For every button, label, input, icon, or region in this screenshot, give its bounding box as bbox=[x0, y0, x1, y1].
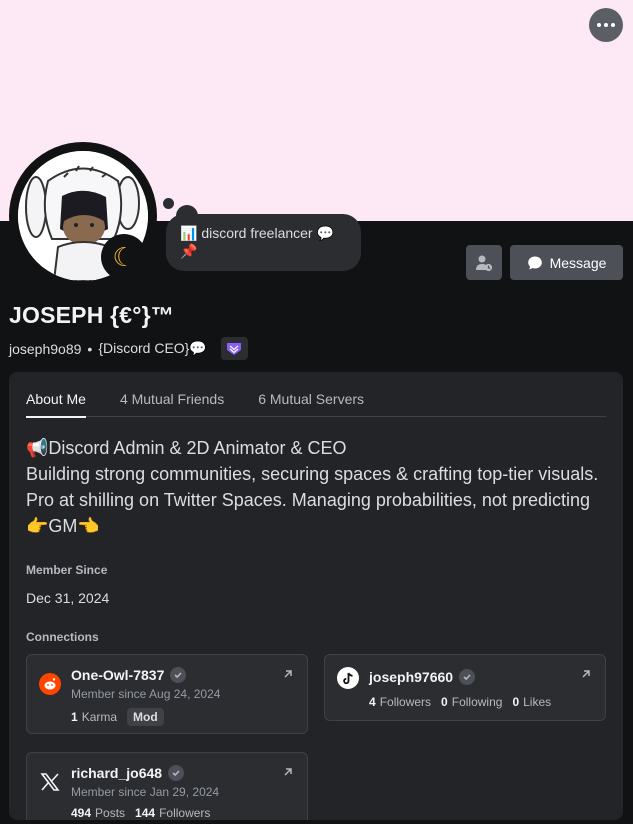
pending-friend-icon bbox=[476, 255, 493, 271]
external-link-icon[interactable] bbox=[579, 667, 593, 681]
connections-heading: Connections bbox=[26, 630, 99, 644]
connection-name: One-Owl-7837 bbox=[71, 667, 187, 683]
posts-value: 494 bbox=[71, 806, 92, 820]
verified-check-icon bbox=[170, 667, 187, 683]
followers-value: 4 bbox=[369, 695, 376, 709]
connection-username: One-Owl-7837 bbox=[71, 667, 165, 683]
bio-line: 📢Discord Admin & 2D Animator & CEO bbox=[26, 438, 347, 458]
dot-icon bbox=[611, 23, 615, 27]
connection-username: joseph97660 bbox=[369, 669, 454, 685]
karma-label: Karma bbox=[81, 710, 118, 724]
custom-status-bubble: 📊 discord freelancer 💬 📌 bbox=[166, 214, 361, 271]
posts-label: Posts bbox=[95, 806, 126, 820]
nitro-badge[interactable] bbox=[220, 337, 248, 360]
verified-check-icon bbox=[168, 765, 185, 781]
connection-stats: 1 Karma Mod bbox=[71, 708, 164, 726]
connection-card-tiktok[interactable]: joseph97660 4 Followers 0 Following 0 Li… bbox=[324, 654, 606, 721]
connection-name: richard_jo648 bbox=[71, 765, 185, 781]
dot-icon bbox=[604, 23, 608, 27]
member-since-heading: Member Since bbox=[26, 563, 108, 577]
followers-value: 144 bbox=[135, 806, 156, 820]
tiktok-icon bbox=[337, 667, 359, 689]
pronouns: {Discord CEO}💬 bbox=[98, 340, 207, 356]
following-label: Following bbox=[451, 695, 503, 709]
verified-check-icon bbox=[459, 669, 476, 685]
connection-card-reddit[interactable]: One-Owl-7837 Member since Aug 24, 2024 1… bbox=[26, 654, 308, 734]
message-button[interactable]: Message bbox=[510, 245, 623, 280]
followers-label: Followers bbox=[159, 806, 211, 820]
display-name: JOSEPH {€°}™ bbox=[9, 302, 174, 328]
message-button-label: Message bbox=[549, 254, 607, 271]
bio-text: Building strong communities, securing sp… bbox=[26, 464, 599, 536]
pending-friend-button[interactable] bbox=[466, 245, 502, 280]
separator: • bbox=[87, 340, 93, 357]
username[interactable]: joseph9o89 bbox=[9, 341, 81, 357]
dot-icon bbox=[597, 23, 601, 27]
connection-username: richard_jo648 bbox=[71, 765, 163, 781]
mod-badge: Mod bbox=[127, 708, 164, 726]
external-link-icon[interactable] bbox=[281, 667, 295, 681]
connection-stats: 4 Followers 0 Following 0 Likes bbox=[369, 695, 551, 709]
chat-bubble-icon bbox=[527, 256, 542, 269]
username-line: joseph9o89 • {Discord CEO}💬 bbox=[9, 337, 248, 360]
following-value: 0 bbox=[441, 695, 448, 709]
likes-value: 0 bbox=[512, 695, 520, 709]
external-link-icon[interactable] bbox=[281, 765, 295, 779]
reddit-icon bbox=[39, 673, 61, 695]
member-since-date: Dec 31, 2024 bbox=[26, 590, 110, 606]
badge-icon bbox=[227, 342, 242, 355]
likes-label: Likes bbox=[523, 695, 552, 709]
followers-label: Followers bbox=[379, 695, 432, 709]
connection-since: Member since Jan 29, 2024 bbox=[71, 785, 220, 799]
about-me-bio: 📢Discord Admin & 2D Animator & CEO Build… bbox=[26, 435, 606, 539]
tab-mutual-servers[interactable]: 6 Mutual Servers bbox=[258, 372, 364, 417]
idle-moon-icon: ☾ bbox=[106, 239, 142, 275]
connection-since: Member since Aug 24, 2024 bbox=[71, 687, 221, 701]
tab-about-me[interactable]: About Me bbox=[26, 372, 86, 418]
profile-tabs: About Me 4 Mutual Friends 6 Mutual Serve… bbox=[26, 372, 606, 418]
more-options-button[interactable] bbox=[589, 8, 623, 42]
karma-value: 1 bbox=[71, 710, 78, 724]
connection-card-x[interactable]: richard_jo648 Member since Jan 29, 2024 … bbox=[26, 752, 308, 820]
tab-mutual-friends[interactable]: 4 Mutual Friends bbox=[120, 372, 224, 417]
thought-bubble-dot bbox=[163, 198, 174, 209]
connection-name: joseph97660 bbox=[369, 669, 476, 685]
connection-stats: 494 Posts 144 Followers bbox=[71, 806, 210, 820]
custom-status-text: 📊 discord freelancer 💬 📌 bbox=[180, 225, 334, 259]
x-icon bbox=[39, 771, 61, 793]
profile-panel: About Me 4 Mutual Friends 6 Mutual Serve… bbox=[9, 372, 623, 820]
